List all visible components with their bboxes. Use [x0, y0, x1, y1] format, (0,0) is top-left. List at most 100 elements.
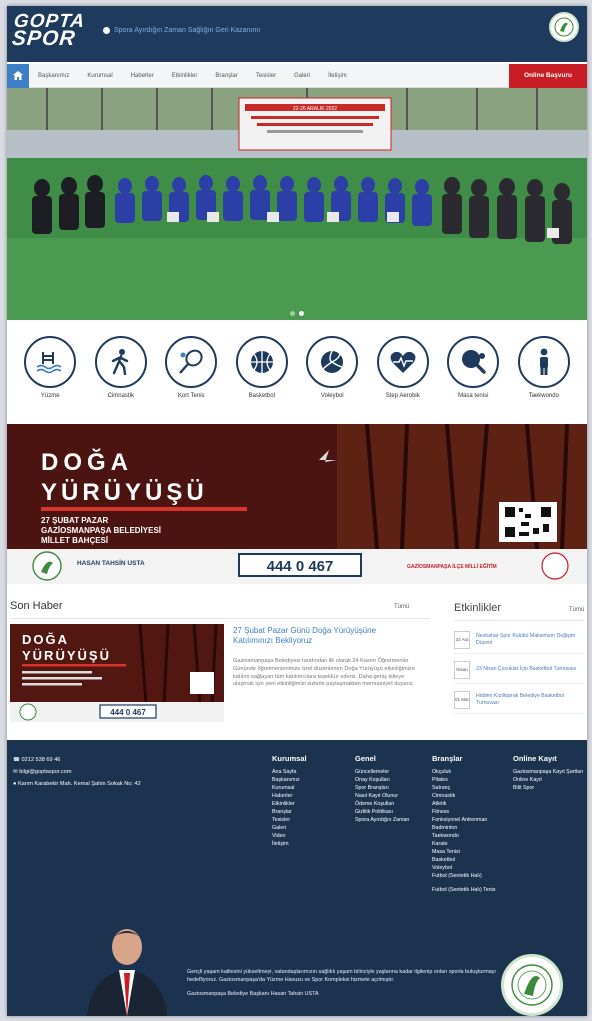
municipality-badge-icon[interactable] [501, 954, 563, 1016]
sport-table-tennis[interactable]: Masa tenisi [442, 336, 504, 416]
footer-bottom-note[interactable]: Futbol (Sentetik Halı) Tenis [432, 886, 496, 894]
thumb-title2: YÜRÜYÜŞÜ [22, 648, 111, 663]
footer-link[interactable]: Video [272, 832, 307, 840]
news-headline[interactable]: 27 Şubat Pazar Günü Doğa Yürüyüşüne Katı… [233, 626, 418, 646]
footer-link[interactable]: Atletik [432, 800, 496, 808]
hero-slider[interactable]: 22-26 ARALIK 2022 [7, 88, 587, 320]
footer-link[interactable]: Fitness [432, 808, 496, 816]
sport-label: Masa tenisi [458, 393, 489, 399]
logo-line2: SPOR [10, 27, 77, 50]
main-nav: Başkanımız Kurumsal Haberler Etkinlikler… [7, 63, 587, 88]
heartbeat-icon [376, 336, 429, 388]
event-item[interactable]: Nisan 23 Nisan Çocuklar İçin Basketbol T… [454, 656, 584, 684]
footer-link[interactable]: Spor Branşları [355, 784, 409, 792]
banner-sponsor: HASAN TAHSİN USTA [77, 559, 145, 567]
footer-col-branslar: Branşlar Okçuluk Pilates Satranç Cimnast… [432, 754, 496, 894]
nav-item-etkinlikler[interactable]: Etkinlikler [163, 73, 207, 79]
online-application-button[interactable]: Online Başvuru [509, 63, 587, 88]
thumb-title1: DOĞA [22, 632, 69, 647]
footer-col-title: Branşlar [432, 754, 463, 763]
slider-dot-active[interactable] [299, 311, 304, 316]
banner-place1: GAZİOSMANPAŞA BELEDİYESİ [41, 526, 161, 535]
footer-link[interactable]: Badminton [432, 824, 496, 832]
footer-link[interactable]: Fonksiyonel Antrenman [432, 816, 496, 824]
event-date: Nisan [454, 660, 470, 679]
nav-item-iletisim[interactable]: İletişim [319, 73, 356, 79]
footer-link[interactable]: Galeri [272, 824, 307, 832]
site-logo[interactable]: GOPTA SPOR [10, 11, 86, 50]
sport-label: Basketbol [248, 393, 275, 399]
footer-link[interactable]: Cimnastik [432, 792, 496, 800]
event-item[interactable]: 22 Ara Nevbahar Spor Kulübü Maksimum Değ… [454, 626, 584, 654]
footer-link[interactable]: Kurumsal [272, 784, 307, 792]
nav-item-galeri[interactable]: Galeri [285, 73, 319, 79]
event-item[interactable]: 01 Mar Hidden Kızıltoprak Belediye Baske… [454, 686, 584, 714]
footer-link[interactable]: Başkanımız [272, 776, 307, 784]
sport-label: Yüzme [40, 393, 60, 399]
home-icon[interactable] [7, 63, 29, 88]
divider [10, 618, 430, 619]
banner-phone: 444 0 467 [267, 558, 334, 575]
footer-link[interactable]: Basketbol [432, 856, 496, 864]
slider-dot[interactable] [290, 311, 295, 316]
footer-link[interactable]: Masa Tenisi [432, 848, 496, 856]
footer-link[interactable]: Pilates [432, 776, 496, 784]
sport-gymnastics[interactable]: Cimnastik [90, 336, 152, 416]
footer-address-row: ● Karım Karabekir Mah. Kemal Şahin Sokak… [13, 778, 141, 790]
quote-text: Gençli yaşam kalitesini yükseltmeyi, vat… [187, 969, 496, 983]
event-text: 23 Nisan Çocuklar İçin Basketbol Turnuva… [476, 666, 577, 672]
footer-link[interactable]: Online Kayıt [513, 776, 585, 784]
footer-link[interactable]: Haberler [272, 792, 307, 800]
announcement-text: Spora Ayırdığın Zaman Sağlığın Geri Kaza… [114, 27, 261, 34]
footer-link[interactable]: Etkinlikler [272, 800, 307, 808]
nav-item-tesisler[interactable]: Tesisler [247, 73, 285, 79]
news-all-link[interactable]: Tümü [394, 604, 409, 610]
footer-link[interactable]: Güncellemeler [355, 768, 409, 776]
sport-tennis[interactable]: Kort Tenis [160, 336, 222, 416]
nav-item-branslar[interactable]: Branşlar [206, 73, 246, 79]
footer-link[interactable]: Onay Koşulları [355, 776, 409, 784]
footer-link[interactable]: Gaziosmanpaşa Kayıt Şartları [513, 768, 585, 776]
sport-taekwondo[interactable]: Taekwondo [513, 336, 575, 416]
footer-link[interactable]: Voleybol [432, 864, 496, 872]
footer-link[interactable]: Ödeme Koşulları [355, 800, 409, 808]
footer-phone: 0212 538 69 46 [21, 757, 61, 763]
footer-link[interactable]: Okçuluk [432, 768, 496, 776]
footer-phone-row[interactable]: ☎ 0212 538 69 46 [13, 754, 141, 766]
news-thumbnail[interactable]: DOĞA YÜRÜYÜŞÜ 444 0 467 [10, 624, 224, 722]
footer-link[interactable]: Karate [432, 840, 496, 848]
sport-volleyball[interactable]: Voleybol [301, 336, 363, 416]
sport-label: Taekwondo [528, 393, 559, 399]
footer-link[interactable]: Nasıl Kayıt Olunur [355, 792, 409, 800]
sport-step-aerobic[interactable]: Step Aerobik [372, 336, 434, 416]
footer-email: bilgi@goptaspor.com [19, 769, 72, 775]
table-tennis-icon [447, 336, 500, 388]
announcement[interactable]: Spora Ayırdığın Zaman Sağlığın Geri Kaza… [103, 27, 260, 34]
event-banner[interactable]: DOĞA YÜRÜYÜŞÜ 27 ŞUBAT PAZAR GAZİOSMANPA… [7, 424, 587, 584]
footer-link[interactable]: Ana Sayfa [272, 768, 307, 776]
basketball-icon [235, 336, 288, 388]
nav-item-haberler[interactable]: Haberler [122, 73, 163, 79]
hero-banner-text: 22-26 ARALIK 2022 [293, 106, 337, 112]
footer-link[interactable]: Spora Ayırdığın Zaman [355, 816, 409, 824]
footer-link[interactable]: Tesisler [272, 816, 307, 824]
sport-swimming[interactable]: Yüzme [19, 336, 81, 416]
footer-link[interactable]: Futbol (Sentetik Halı) [432, 872, 496, 880]
divider [454, 620, 584, 621]
footer-email-row[interactable]: ✉ bilgi@goptaspor.com [13, 766, 141, 778]
sport-basketball[interactable]: Basketbol [231, 336, 293, 416]
footer-link[interactable]: Satranç [432, 784, 496, 792]
walking-person-icon [94, 336, 147, 388]
nav-item-kurumsal[interactable]: Kurumsal [78, 73, 121, 79]
footer-link[interactable]: Bilit Spor [513, 784, 585, 792]
news-section-title: Son Haber [10, 600, 63, 612]
footer-link[interactable]: İletişim [272, 840, 307, 848]
municipality-crest-icon[interactable] [549, 12, 579, 42]
news-excerpt: Gaziosmanpaşa Belediyesi tarafından ilk … [233, 658, 415, 688]
footer-link[interactable]: Taekwondo [432, 832, 496, 840]
events-all-link[interactable]: Tümü [569, 607, 584, 613]
footer-link[interactable]: Gizlilik Politikası [355, 808, 409, 816]
nav-item-baskanimiz[interactable]: Başkanımız [29, 73, 78, 79]
slider-dots [7, 311, 587, 316]
footer-link[interactable]: Branşlar [272, 808, 307, 816]
